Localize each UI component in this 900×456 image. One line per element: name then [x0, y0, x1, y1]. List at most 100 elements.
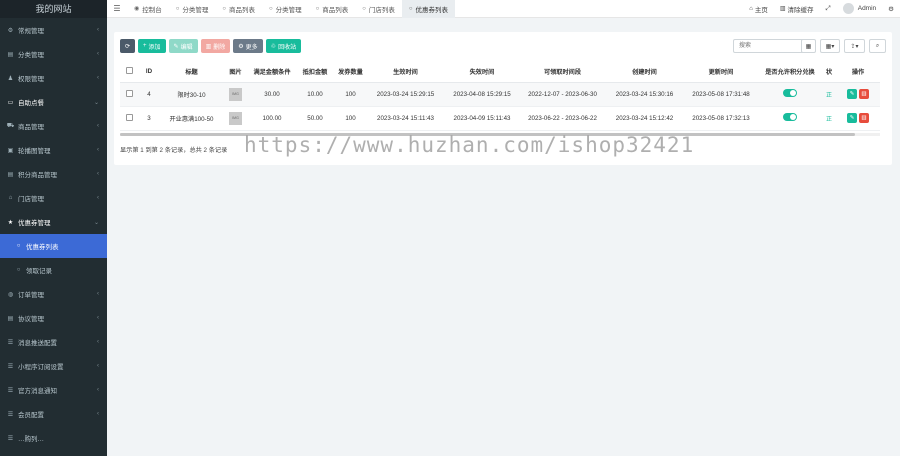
- column-header[interactable]: 标题: [160, 62, 223, 83]
- end-time-cell: 2023-04-08 15:29:15: [444, 82, 520, 107]
- sidebar-item-label: 商品管理: [18, 124, 44, 131]
- column-header[interactable]: 发券数量: [334, 62, 367, 83]
- column-header[interactable]: ID: [138, 62, 160, 83]
- tab-label: 控制台: [142, 6, 162, 14]
- sidebar-item-label: 优惠券列表: [26, 244, 59, 251]
- gear-icon: ⚙: [7, 27, 14, 34]
- tab-label: 分类管理: [275, 6, 302, 14]
- sidebar-item[interactable]: ☰ 消息推送配置 ‹: [0, 330, 107, 354]
- column-header[interactable]: 生效时间: [367, 62, 444, 83]
- column-header[interactable]: 更新时间: [684, 62, 758, 83]
- points-exchange-toggle[interactable]: [783, 89, 797, 97]
- sidebar-item-label: 小程序订阅设置: [18, 364, 64, 371]
- circle-icon: ○: [16, 243, 21, 249]
- sidebar-item-label: 自助点餐: [18, 100, 44, 107]
- sidebar-item[interactable]: ☰ …购列…: [0, 426, 107, 450]
- status-cell: 正: [822, 106, 836, 131]
- sidebar-item[interactable]: ⌂ 门店管理 ‹: [0, 186, 107, 210]
- circle-icon: ○: [175, 5, 180, 12]
- circle-icon: ○: [269, 5, 273, 12]
- edit-row-icon[interactable]: ✎: [847, 113, 857, 123]
- delete-button[interactable]: ▥ 删除: [200, 39, 231, 53]
- column-header[interactable]: 抵扣金额: [296, 62, 334, 83]
- select-all-checkbox[interactable]: [125, 67, 133, 75]
- sidebar-item[interactable]: ▭ 自助点餐 ⌄: [0, 90, 107, 114]
- edit-row-icon[interactable]: ✎: [847, 89, 857, 99]
- menu-toggle-icon[interactable]: ☰: [107, 4, 127, 13]
- column-header[interactable]: 图片: [223, 62, 248, 83]
- column-header[interactable]: 是否允许积分兑换: [758, 62, 822, 83]
- discount-cell: 10.00: [296, 82, 334, 107]
- avatar: [842, 3, 854, 14]
- sidebar-item[interactable]: ▣ 轮播图管理 ‹: [0, 138, 107, 162]
- sidebar-item[interactable]: ☰ 会员配置 ‹: [0, 402, 107, 426]
- points-toggle-cell: [758, 82, 822, 107]
- clear-cache-button[interactable]: ▥ 清除缓存: [774, 4, 820, 14]
- sidebar-item[interactable]: ★ 优惠券管理 ⌄: [0, 210, 107, 234]
- quantity-cell: 100: [334, 82, 367, 107]
- sidebar-item[interactable]: ▤ 分类管理 ‹: [0, 42, 107, 66]
- chevron-icon: ⌄: [93, 219, 99, 226]
- tab[interactable]: ◉ 控制台: [127, 0, 169, 18]
- circle-icon: ○: [222, 5, 226, 12]
- refresh-button[interactable]: ⟳: [120, 39, 135, 53]
- add-button[interactable]: + 添加: [138, 39, 166, 53]
- column-header[interactable]: 状: [822, 62, 836, 83]
- sidebar-item[interactable]: ♟ 权限管理 ‹: [0, 66, 107, 90]
- sidebar-item[interactable]: ⛟ 商品管理 ‹: [0, 114, 107, 138]
- sidebar-item-label: 积分商品管理: [18, 172, 57, 179]
- table-row[interactable]: 3 开业惠满100-50 IMG 100.00 50.00 100 2023-03-24 1…: [120, 106, 880, 131]
- settings-icon[interactable]: ⚙: [882, 5, 900, 13]
- sidebar-item[interactable]: ▤ 协议管理 ‹: [0, 306, 107, 330]
- tab[interactable]: ○ 商品列表: [309, 0, 356, 18]
- tab[interactable]: ○ 商品列表: [215, 0, 262, 18]
- sidebar-item[interactable]: ⚙ 常规管理 ‹: [0, 18, 107, 42]
- chevron-icon: ‹: [97, 75, 99, 81]
- sidebar-item[interactable]: ☰ 小程序订阅设置 ‹: [0, 354, 107, 378]
- fullscreen-icon[interactable]: ⤢: [820, 5, 837, 13]
- tab[interactable]: ○ 分类管理: [262, 0, 309, 18]
- row-checkbox[interactable]: [125, 113, 133, 121]
- export-icon[interactable]: ⇪▾: [844, 39, 865, 53]
- tab[interactable]: ○ 门店列表: [355, 0, 402, 18]
- sidebar-item[interactable]: ◍ 订单管理 ‹: [0, 282, 107, 306]
- sidebar-item[interactable]: ○ 领取记录: [0, 258, 107, 282]
- column-header[interactable]: 失效时间: [444, 62, 520, 83]
- coupon-thumbnail[interactable]: IMG: [229, 87, 242, 101]
- points-exchange-toggle[interactable]: [783, 113, 797, 121]
- select-all-cell: [120, 62, 138, 83]
- site-logo[interactable]: 我的网站: [0, 0, 107, 18]
- table-row[interactable]: 4 限时30-10 IMG 30.00 10.00 100 2023-03-24 15:29…: [120, 82, 880, 107]
- columns-icon[interactable]: ▦▾: [820, 39, 840, 53]
- user-menu[interactable]: Admin: [837, 3, 882, 14]
- toggle-view-icon[interactable]: ▦: [801, 39, 816, 53]
- tab-label: 分类管理: [182, 6, 209, 14]
- search-icon[interactable]: ⌕: [869, 39, 886, 53]
- sidebar-item[interactable]: ○ 优惠券列表: [0, 234, 107, 258]
- sidebar-item[interactable]: ▤ 积分商品管理 ‹: [0, 162, 107, 186]
- column-header[interactable]: 可领取时间段: [520, 62, 605, 83]
- tab[interactable]: ○ 分类管理: [169, 0, 216, 18]
- delete-row-icon[interactable]: ▥: [859, 113, 869, 123]
- edit-button[interactable]: ✎ 编辑: [168, 39, 198, 53]
- list-icon: ☰: [7, 387, 14, 394]
- tab[interactable]: ○ 优惠券列表: [401, 0, 455, 18]
- more-button[interactable]: ⚙ 更多: [233, 39, 263, 53]
- start-time-cell: 2023-03-24 15:11:43: [367, 106, 444, 131]
- chevron-icon: ‹: [97, 315, 99, 321]
- points-toggle-cell: [758, 106, 822, 131]
- column-header[interactable]: 创建时间: [605, 62, 684, 83]
- dashboard-icon: ◉: [134, 6, 140, 12]
- recycle-bin-button[interactable]: ♲ 回收站: [265, 39, 302, 53]
- chevron-icon: ‹: [97, 291, 99, 297]
- end-time-cell: 2023-04-09 15:11:43: [444, 106, 520, 131]
- delete-row-icon[interactable]: ▥: [859, 89, 869, 99]
- sidebar-item[interactable]: ☰ 官方消息通知 ‹: [0, 378, 107, 402]
- tab-label: 商品列表: [229, 6, 255, 14]
- row-checkbox[interactable]: [125, 89, 133, 97]
- home-link[interactable]: ⌂ 主页: [743, 4, 774, 14]
- coupon-thumbnail[interactable]: IMG: [229, 111, 242, 125]
- id-cell: 3: [138, 106, 160, 131]
- chevron-icon: ⌄: [93, 99, 99, 106]
- column-header[interactable]: 满足金额条件: [248, 62, 296, 83]
